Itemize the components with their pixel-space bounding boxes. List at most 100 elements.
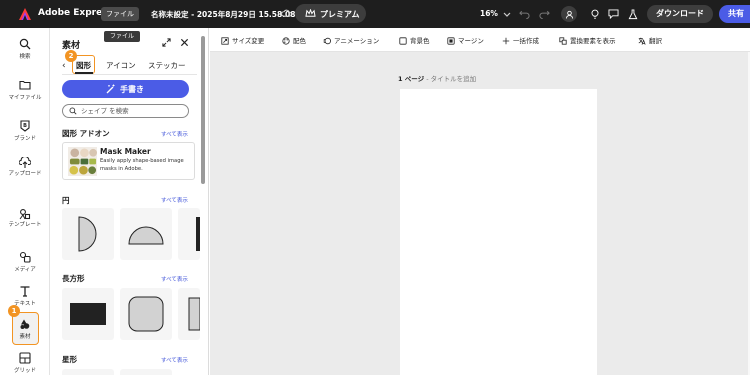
rail-item-text[interactable]: テキスト bbox=[0, 285, 50, 307]
download-button[interactable]: ダウンロード bbox=[647, 5, 713, 23]
page-number: 1 ページ bbox=[398, 75, 425, 83]
shape-tile-rectangle[interactable] bbox=[62, 288, 114, 340]
cloud-sync-icon[interactable] bbox=[281, 8, 292, 19]
bulk-create-icon bbox=[502, 37, 510, 45]
account-avatar-icon[interactable] bbox=[561, 6, 577, 22]
shape-tile-star-2[interactable] bbox=[120, 369, 172, 375]
page-title-placeholder[interactable]: タイトルを追加 bbox=[431, 75, 477, 83]
rail-label: アップロード bbox=[8, 171, 42, 177]
share-button[interactable]: 共有 bbox=[719, 5, 750, 23]
generate-button[interactable]: 手書き bbox=[62, 80, 189, 98]
undo-icon[interactable] bbox=[517, 7, 531, 21]
rail-label: メディア bbox=[14, 267, 36, 273]
background-color-label: 背景色 bbox=[410, 37, 430, 45]
rail-item-brand[interactable]: B ブランド bbox=[0, 120, 50, 142]
animation-icon bbox=[323, 37, 331, 45]
left-rail: 検索 マイファイル B ブランド アップロード テンプレート メディア テキスト… bbox=[0, 28, 50, 375]
brand-icon: B bbox=[20, 120, 30, 132]
tabs-divider bbox=[62, 74, 197, 75]
zoom-level[interactable]: 16% bbox=[480, 9, 498, 18]
file-menu-button[interactable]: ファイル bbox=[101, 7, 139, 21]
premium-button[interactable]: プレミアム bbox=[295, 4, 366, 23]
rail-label: 検索 bbox=[19, 54, 31, 60]
palette-icon bbox=[282, 37, 290, 45]
grid-icon bbox=[19, 352, 31, 364]
expand-icon[interactable] bbox=[162, 38, 171, 47]
addon-card-mask-maker[interactable]: Mask Maker Easily apply shape-based imag… bbox=[62, 142, 195, 180]
margin-icon bbox=[447, 37, 455, 45]
design-page[interactable] bbox=[400, 89, 597, 375]
folder-icon bbox=[19, 80, 31, 90]
mask-maker-thumbnail bbox=[68, 147, 97, 176]
step-badge-2: 2 bbox=[65, 50, 77, 62]
replace-icon bbox=[559, 37, 567, 45]
back-chevron-icon[interactable]: ‹ bbox=[62, 61, 66, 71]
section-title-addons: 図形 アドオン bbox=[62, 129, 110, 138]
step-badge-1: 1 bbox=[8, 305, 20, 317]
resize-label: サイズ変更 bbox=[232, 37, 265, 45]
rail-label: マイファイル bbox=[8, 95, 42, 101]
translate-button[interactable]: 翻訳 bbox=[638, 35, 662, 45]
shape-search-field[interactable] bbox=[62, 104, 189, 118]
shape-search-input[interactable] bbox=[81, 106, 181, 116]
shape-tile-half-circle-top[interactable] bbox=[120, 208, 172, 260]
shape-tile-star[interactable] bbox=[62, 369, 114, 375]
rail-label: グリッド bbox=[13, 368, 36, 374]
section-title-rectangle: 長方形 bbox=[62, 274, 85, 283]
search-icon bbox=[19, 38, 31, 50]
shape-tile-half-circle-right[interactable] bbox=[62, 208, 114, 260]
adobe-express-logo[interactable] bbox=[18, 7, 32, 21]
upload-icon bbox=[19, 157, 31, 168]
tab-stickers[interactable]: ステッカー bbox=[148, 60, 186, 71]
see-all-rectangle-link[interactable]: すべて表示 bbox=[161, 275, 188, 283]
addon-name: Mask Maker bbox=[100, 147, 151, 156]
document-title[interactable]: 名称未設定 - 2025年8月29日 15.58.08 bbox=[151, 9, 295, 20]
bulk-create-button[interactable]: 一括作成 bbox=[502, 35, 539, 45]
rail-label: テンプレート bbox=[8, 222, 42, 228]
rail-item-search[interactable]: 検索 bbox=[0, 38, 50, 60]
lightbulb-icon[interactable] bbox=[588, 7, 602, 21]
bulk-create-label: 一括作成 bbox=[513, 37, 539, 45]
shape-tile-partial-rect[interactable] bbox=[178, 288, 200, 340]
rail-label: テキスト bbox=[14, 301, 36, 307]
generate-label: 手書き bbox=[120, 85, 144, 94]
bar-shape bbox=[196, 217, 200, 251]
translate-label: 翻訳 bbox=[649, 37, 662, 45]
flask-icon[interactable] bbox=[626, 7, 640, 21]
magic-wand-icon bbox=[106, 84, 115, 94]
rail-item-my-files[interactable]: マイファイル bbox=[0, 79, 50, 101]
top-bar: Adobe Express ファイル 名称未設定 - 2025年8月29日 15… bbox=[0, 0, 750, 28]
rail-item-templates[interactable]: テンプレート bbox=[0, 208, 50, 229]
page-label[interactable]: 1 ページ - タイトルを追加 bbox=[398, 73, 476, 83]
margin-button[interactable]: マージン bbox=[447, 35, 484, 45]
close-icon[interactable] bbox=[180, 38, 189, 47]
rail-label: 素材 bbox=[19, 334, 31, 340]
palette-button[interactable]: 配色 bbox=[282, 35, 306, 45]
replace-elements-button[interactable]: 置換要素を表示 bbox=[559, 35, 616, 45]
chevron-down-icon[interactable] bbox=[500, 7, 514, 21]
rail-item-elements[interactable]: 素材 bbox=[0, 318, 50, 340]
rail-item-media[interactable]: メディア bbox=[0, 251, 50, 273]
shape-tile-rounded-rectangle[interactable] bbox=[120, 288, 172, 340]
see-all-star-link[interactable]: すべて表示 bbox=[161, 356, 188, 364]
background-color-icon bbox=[399, 37, 407, 45]
panel-scrollbar[interactable] bbox=[201, 36, 205, 184]
tab-icons[interactable]: アイコン bbox=[106, 60, 136, 71]
see-all-circle-link[interactable]: すべて表示 bbox=[161, 196, 188, 204]
see-all-addons-link[interactable]: すべて表示 bbox=[161, 130, 188, 138]
tab-shapes[interactable]: 図形 bbox=[76, 60, 91, 71]
rail-item-grid[interactable]: グリッド bbox=[0, 352, 50, 374]
shape-tile-partial[interactable] bbox=[178, 208, 200, 260]
resize-button[interactable]: サイズ変更 bbox=[221, 35, 264, 45]
canvas-area[interactable]: 1 ページ - タイトルを追加 bbox=[210, 52, 750, 375]
redo-icon[interactable] bbox=[537, 7, 551, 21]
rail-item-upload[interactable]: アップロード bbox=[0, 157, 50, 178]
file-tooltip: ファイル bbox=[104, 31, 140, 42]
template-icon bbox=[19, 209, 31, 220]
background-color-button[interactable]: 背景色 bbox=[399, 35, 430, 45]
animation-button[interactable]: アニメーション bbox=[323, 35, 379, 45]
rail-label: ブランド bbox=[13, 136, 36, 142]
context-toolbar: サイズ変更 配色 アニメーション 背景色 マージン 一括作成 置換要素を表示 翻… bbox=[210, 28, 750, 52]
comment-icon[interactable] bbox=[606, 7, 620, 21]
media-icon bbox=[19, 251, 31, 263]
